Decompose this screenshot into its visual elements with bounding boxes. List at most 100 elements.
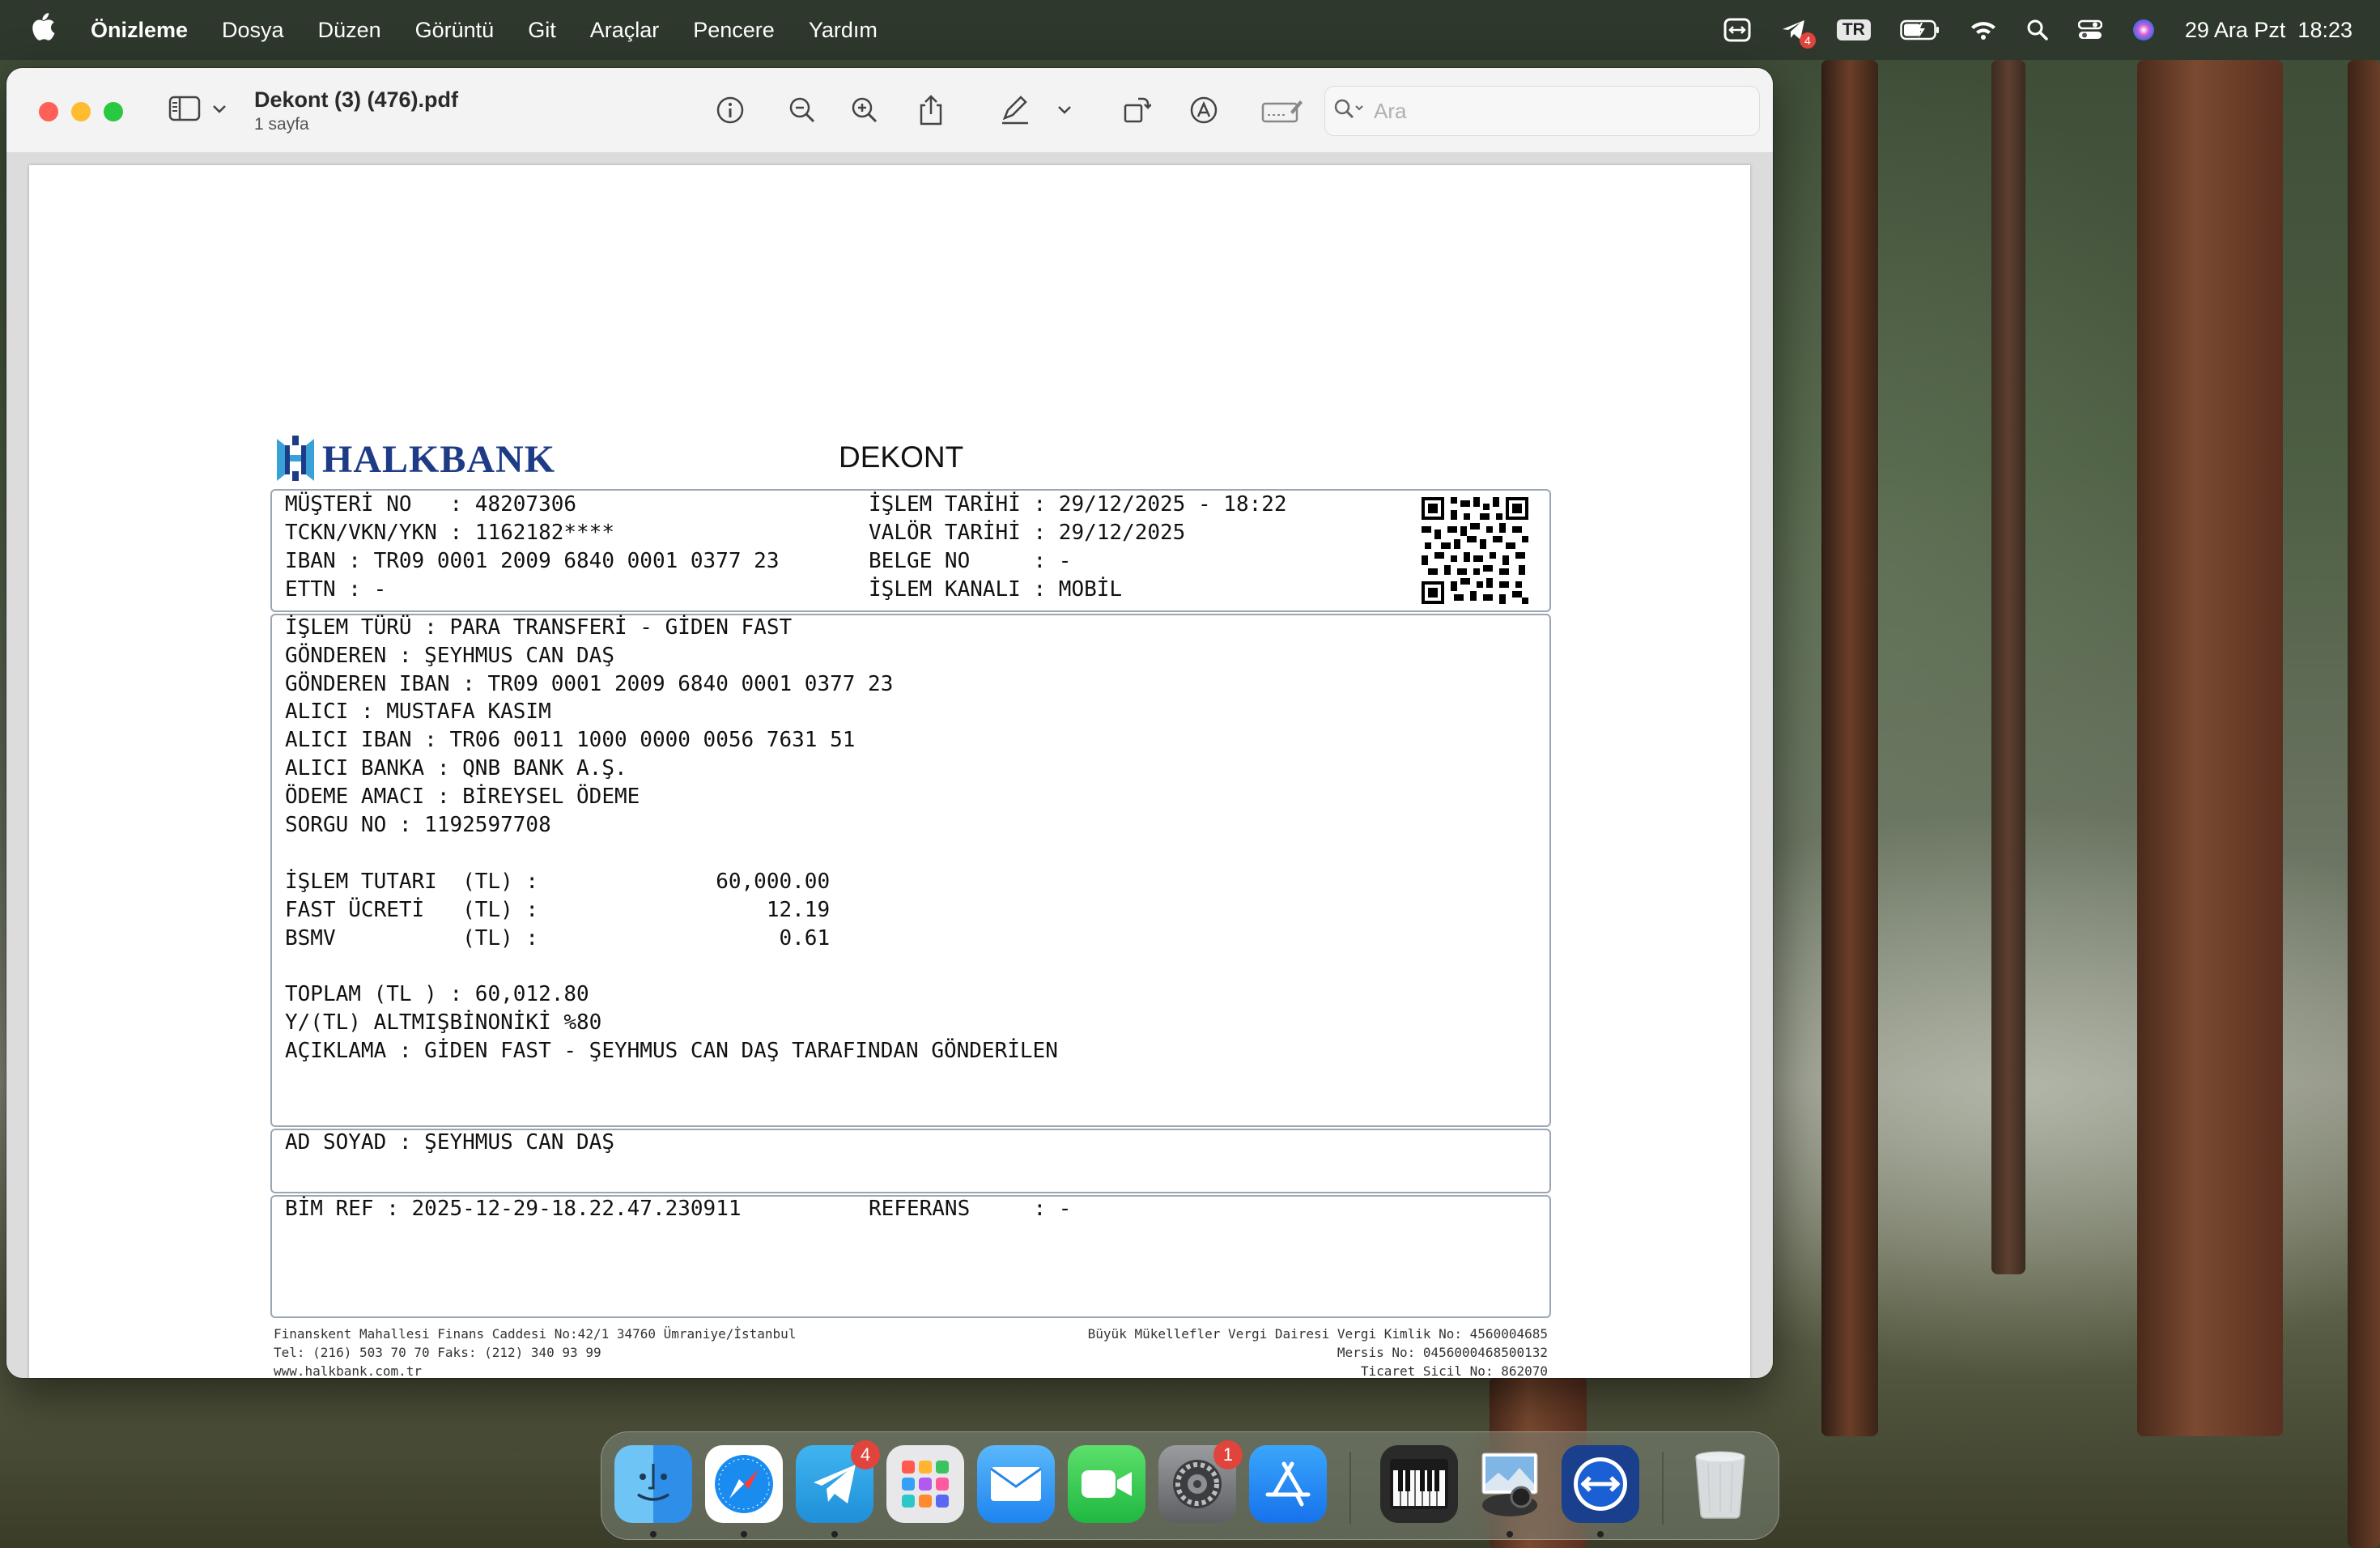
launchpad-icon bbox=[902, 1461, 949, 1508]
markup-options-button[interactable] bbox=[1052, 92, 1077, 131]
account-iban: IBAN : TR09 0001 2009 6840 0001 0377 23 bbox=[285, 549, 780, 573]
query-no: SORGU NO : 1192597708 bbox=[285, 813, 551, 837]
transaction-channel: İŞLEM KANALI : MOBİL bbox=[869, 577, 1123, 602]
running-indicator bbox=[1597, 1531, 1604, 1537]
dock-system-settings[interactable]: 1 bbox=[1158, 1440, 1243, 1523]
bank-name: HALKBANK bbox=[322, 438, 556, 481]
receipt-reference-box: BİM REF : 2025-12-29-18.22.47.230911 REF… bbox=[270, 1195, 1551, 1318]
dock-mail[interactable] bbox=[977, 1445, 1055, 1523]
battery-icon[interactable] bbox=[1900, 19, 1940, 40]
search-field[interactable]: Ara bbox=[1324, 86, 1760, 136]
recipient: ALICI : MUSTAFA KASIM bbox=[285, 700, 551, 724]
bsmv-tax: BSMV (TL) : 0.61 bbox=[285, 926, 831, 950]
dock-safari[interactable] bbox=[705, 1445, 783, 1523]
menu-edit[interactable]: Düzen bbox=[318, 18, 381, 43]
document-no: BELGE NO : - bbox=[869, 549, 1072, 573]
dock-facetime[interactable] bbox=[1068, 1445, 1145, 1523]
dock-telegram[interactable]: 4 bbox=[796, 1440, 880, 1523]
zoom-out-button[interactable] bbox=[783, 92, 822, 131]
dock-teamviewer[interactable] bbox=[1562, 1445, 1639, 1523]
transaction-amount: İŞLEM TUTARI (TL) : 60,000.00 bbox=[285, 870, 831, 894]
zoom-in-icon bbox=[850, 96, 879, 129]
menu-tools[interactable]: Araçlar bbox=[590, 18, 660, 43]
sender-iban: GÖNDEREN IBAN : TR09 0001 2009 6840 0001… bbox=[285, 672, 894, 696]
dock-preview[interactable] bbox=[1471, 1445, 1549, 1523]
halkbank-logo-icon bbox=[274, 432, 317, 487]
info-button[interactable] bbox=[711, 92, 750, 131]
minimize-window-button[interactable] bbox=[71, 102, 91, 121]
dock-finder[interactable] bbox=[614, 1445, 692, 1523]
piano-icon bbox=[1390, 1459, 1448, 1509]
rotate-button[interactable] bbox=[1117, 92, 1156, 131]
receipt-name-box: AD SOYAD : ŞEYHMUS CAN DAŞ bbox=[270, 1129, 1551, 1193]
dock-piano[interactable] bbox=[1380, 1445, 1458, 1523]
menu-go[interactable]: Git bbox=[528, 18, 556, 43]
running-indicator bbox=[831, 1531, 838, 1537]
tree-trunk bbox=[2348, 60, 2380, 1548]
running-indicator bbox=[1507, 1531, 1513, 1537]
preview-icon bbox=[1481, 1452, 1538, 1516]
preview-window: Dekont (3) (476).pdf 1 sayfa Ara HALKBAN… bbox=[6, 68, 1773, 1378]
sidebar-toggle-button[interactable] bbox=[168, 96, 227, 125]
search-placeholder: Ara bbox=[1374, 98, 1407, 123]
footer-trade-registry: Ticaret Sicil No: 862070 bbox=[1360, 1363, 1548, 1378]
teamviewer-icon bbox=[1574, 1457, 1627, 1511]
menu-help[interactable]: Yardım bbox=[809, 18, 878, 43]
receipt-header-box: MÜŞTERİ NO : 48207306 TCKN/VKN/YKN : 116… bbox=[270, 489, 1551, 612]
dock-separator bbox=[1349, 1452, 1351, 1525]
zoom-window-button[interactable] bbox=[104, 102, 123, 121]
apple-menu-icon[interactable] bbox=[31, 13, 63, 47]
trash-icon bbox=[1695, 1451, 1745, 1519]
zoom-in-button[interactable] bbox=[845, 92, 884, 131]
qr-code bbox=[1422, 497, 1528, 607]
zoom-out-icon bbox=[788, 96, 817, 129]
tree-trunk bbox=[1991, 60, 2025, 1274]
spotlight-search-icon[interactable] bbox=[2026, 19, 2049, 41]
document-viewer[interactable]: HALKBANK DEKONT MÜŞTERİ NO : 48207306 TC… bbox=[6, 152, 1773, 1378]
teamviewer-status-icon[interactable] bbox=[1723, 18, 1751, 42]
recipient-iban: ALICI IBAN : TR06 0011 1000 0000 0056 76… bbox=[285, 728, 856, 752]
halkbank-logo: HALKBANK bbox=[274, 432, 555, 487]
payment-purpose: ÖDEME AMACI : BİREYSEL ÖDEME bbox=[285, 785, 640, 809]
menu-app-name[interactable]: Önizleme bbox=[91, 18, 188, 43]
safari-icon bbox=[715, 1455, 773, 1513]
dock-launchpad[interactable] bbox=[886, 1445, 964, 1523]
menu-view[interactable]: Görüntü bbox=[415, 18, 495, 43]
info-icon bbox=[716, 96, 745, 129]
tree-trunk bbox=[2137, 60, 2283, 1436]
telegram-status-badge: 4 bbox=[1799, 32, 1816, 49]
dock-trash[interactable] bbox=[1681, 1445, 1759, 1523]
bim-ref: BİM REF : 2025-12-29-18.22.47.230911 bbox=[285, 1197, 742, 1221]
search-icon bbox=[1333, 98, 1366, 125]
siri-icon[interactable] bbox=[2131, 18, 2156, 42]
footer-tax-office: Büyük Mükellefler Vergi Dairesi Vergi Ki… bbox=[1087, 1326, 1548, 1342]
telegram-status-icon[interactable]: 4 bbox=[1780, 18, 1816, 49]
running-indicator bbox=[650, 1531, 657, 1537]
receipt-details-box: İŞLEM TÜRÜ : PARA TRANSFERİ - GİDEN FAST… bbox=[270, 614, 1551, 1127]
control-center-icon[interactable] bbox=[2077, 19, 2102, 41]
fast-fee: FAST ÜCRETİ (TL) : 12.19 bbox=[285, 898, 831, 922]
annotate-button[interactable] bbox=[1184, 92, 1223, 131]
input-source-indicator[interactable]: TR bbox=[1836, 19, 1871, 40]
footer-mersis: Mersis No: 0456000468500132 bbox=[1337, 1345, 1548, 1360]
close-window-button[interactable] bbox=[39, 102, 58, 121]
clock-datetime[interactable]: 29 Ara Pzt 18:23 bbox=[2185, 18, 2352, 43]
share-button[interactable] bbox=[912, 92, 950, 131]
reference: REFERANS : - bbox=[869, 1197, 1072, 1221]
tree-trunk bbox=[1821, 60, 1878, 1436]
dock-app-store[interactable] bbox=[1249, 1445, 1327, 1523]
dock: 4 1 bbox=[601, 1431, 1779, 1540]
markup-button[interactable] bbox=[996, 92, 1035, 131]
facetime-icon bbox=[1082, 1470, 1132, 1498]
rotate-icon bbox=[1122, 96, 1152, 129]
running-indicator bbox=[741, 1531, 747, 1537]
form-fill-icon bbox=[1261, 96, 1303, 129]
menu-window[interactable]: Pencere bbox=[693, 18, 775, 43]
amount-in-words: Y/(TL) ALTMIŞBİNONİKİ %80 bbox=[285, 1010, 602, 1035]
sidebar-icon bbox=[168, 96, 201, 125]
menu-file[interactable]: Dosya bbox=[222, 18, 284, 43]
footer-address: Finanskent Mahallesi Finans Caddesi No:4… bbox=[274, 1326, 797, 1342]
telegram-badge: 4 bbox=[851, 1440, 880, 1469]
wifi-icon[interactable] bbox=[1970, 19, 1997, 40]
form-fill-button[interactable] bbox=[1258, 92, 1307, 131]
